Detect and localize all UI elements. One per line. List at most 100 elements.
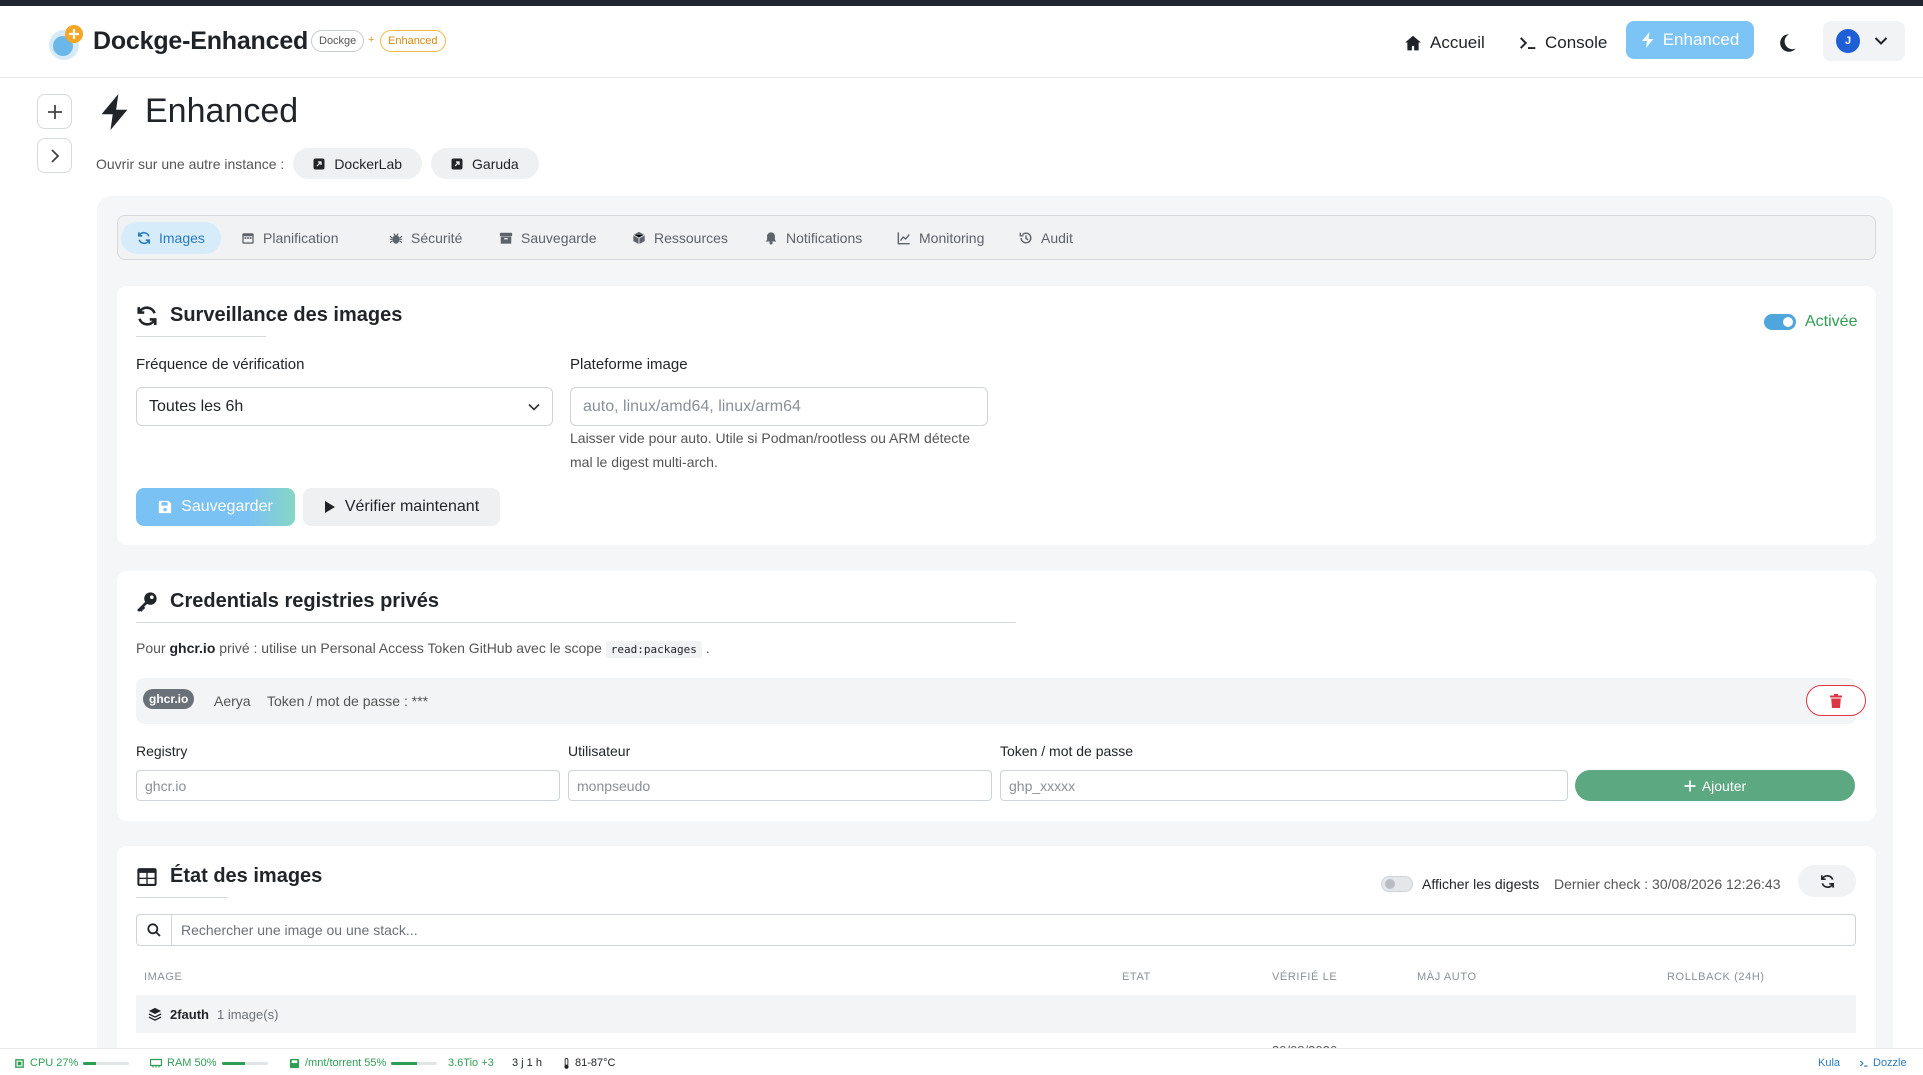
tab-images-label: Images [159, 230, 205, 246]
cpu-bar [83, 1061, 130, 1065]
user-input[interactable]: monpseudo [568, 770, 992, 801]
token-placeholder: ghp_xxxxx [1009, 777, 1076, 794]
expand-sidebar-button[interactable] [37, 138, 72, 173]
tab-securite[interactable]: Sécurité [373, 222, 478, 254]
delete-credential-button[interactable] [1806, 685, 1866, 716]
bell-icon [765, 232, 777, 245]
toggle-label: Activée [1805, 313, 1858, 330]
image-search-box[interactable]: Rechercher une image ou une stack... [136, 914, 1856, 946]
ram-stat: RAM 50% [150, 1057, 268, 1069]
uptime-stat: 3 j 1 h [512, 1057, 542, 1069]
nav-home-label: Accueil [1430, 33, 1485, 52]
tab-monitoring-label: Monitoring [919, 230, 985, 246]
tab-planification[interactable]: Planification [225, 222, 355, 254]
column-header-image: IMAGE [144, 971, 183, 983]
credentials-title-text: Credentials registries privés [170, 590, 440, 612]
profile-dropdown[interactable]: J [1823, 21, 1905, 61]
platform-input[interactable]: auto, linux/amd64, linux/arm64 [570, 387, 988, 426]
credential-entry-row: ghcr.io Aerya Token / mot de passe : *** [136, 678, 1866, 724]
tab-notifications[interactable]: Notifications [748, 222, 878, 254]
image-monitoring-card: Surveillance des images Activée Fréquenc… [117, 286, 1876, 545]
external-link-icon [313, 158, 325, 169]
platform-help-text: Laisser vide pour auto. Utile si Podman/… [570, 430, 970, 470]
sync-icon [1820, 874, 1834, 888]
avatar: J [1836, 29, 1860, 53]
desc-registry: ghcr.io [169, 640, 216, 656]
frequency-select[interactable]: Toutes les 6h [136, 387, 553, 426]
title-underline [136, 897, 228, 898]
kula-link[interactable]: Kula [1818, 1057, 1840, 1069]
ram-bar [221, 1061, 268, 1065]
instance-dockerlab-label: DockerLab [334, 155, 403, 172]
save-button[interactable]: Sauvegarder [136, 488, 295, 526]
bolt-icon [101, 93, 128, 130]
moon-icon[interactable] [1776, 32, 1798, 54]
stack-group-row[interactable]: 2fauth 1 image(s) [136, 995, 1856, 1033]
plus-icon [47, 104, 62, 119]
chevron-down-icon [528, 403, 540, 411]
page-title: Enhanced [145, 92, 299, 130]
layers-icon [148, 1007, 162, 1021]
user-label: Utilisateur [568, 743, 631, 759]
cube-icon [633, 231, 645, 245]
tab-audit[interactable]: Audit [1003, 222, 1089, 254]
nav-console-link[interactable]: Console [1519, 28, 1607, 58]
history-icon [1019, 232, 1032, 244]
system-status-bar: CPU 27% RAM 50% /mnt/torrent 55% 3.6Tio … [0, 1048, 1923, 1075]
cpu-icon [15, 1058, 24, 1068]
temperature-stat: 81-87°C [563, 1057, 615, 1069]
nav-enhanced-button[interactable]: Enhanced [1626, 21, 1754, 59]
ram-label: RAM 50% [167, 1057, 217, 1069]
credentials-description: Pour ghcr.io privé : utilise un Personal… [136, 640, 710, 658]
toggle-switch[interactable] [1764, 314, 1796, 330]
refresh-button[interactable] [1798, 865, 1856, 897]
desc-prefix: Pour [136, 640, 170, 656]
cpu-bar-fill [83, 1061, 96, 1065]
nav-console-label: Console [1545, 33, 1608, 52]
disk-bar [391, 1061, 438, 1065]
instance-garuda-button[interactable]: Garuda [431, 148, 539, 179]
terminal-icon [1859, 1060, 1868, 1067]
image-monitoring-title-text: Surveillance des images [170, 304, 403, 326]
dozzle-label: Dozzle [1873, 1057, 1907, 1069]
search-icon [147, 923, 161, 937]
column-header-maj-auto: MÀJ AUTO [1417, 971, 1477, 983]
brand-title[interactable]: Dockge-Enhanced [93, 27, 308, 56]
column-header-verifie: VÉRIFIÉ LE [1272, 971, 1338, 983]
stack-image-count: 1 image(s) [217, 1006, 279, 1022]
token-input[interactable]: ghp_xxxxx [1000, 770, 1568, 801]
show-digests-label: Afficher les digests [1422, 876, 1540, 892]
instance-selector: Ouvrir sur une autre instance : DockerLa… [96, 148, 539, 179]
desc-scope-code: read:packages [605, 641, 702, 658]
tab-monitoring[interactable]: Monitoring [881, 222, 1000, 254]
show-digests-toggle[interactable]: Afficher les digests [1381, 876, 1539, 892]
tab-ressources[interactable]: Ressources [616, 222, 744, 254]
bolt-icon [1641, 32, 1654, 48]
image-status-title-text: État des images [170, 865, 323, 887]
instance-label: Ouvrir sur une autre instance : [96, 155, 285, 172]
registry-label: Registry [136, 743, 188, 759]
dozzle-link[interactable]: Dozzle [1859, 1057, 1907, 1069]
trash-icon [1830, 693, 1842, 708]
platform-placeholder: auto, linux/amd64, linux/arm64 [583, 397, 801, 415]
image-status-card: État des images Afficher les digests Der… [117, 846, 1876, 1075]
memory-icon [150, 1058, 162, 1068]
title-underline [136, 622, 1016, 623]
add-label: Ajouter [1701, 777, 1747, 794]
token-label: Token / mot de passe [1000, 743, 1134, 759]
toggle-switch[interactable] [1381, 876, 1413, 892]
tab-planification-label: Planification [263, 230, 339, 246]
cpu-label: CPU 27% [30, 1057, 79, 1069]
add-credential-button[interactable]: Ajouter [1575, 770, 1855, 801]
disk-label: /mnt/torrent 55% [305, 1057, 387, 1069]
tab-sauvegarde[interactable]: Sauvegarde [483, 222, 613, 254]
verify-now-button[interactable]: Vérifier maintenant [303, 488, 500, 526]
tab-images[interactable]: Images [121, 222, 221, 254]
registry-input[interactable]: ghcr.io [136, 770, 560, 801]
nav-home-link[interactable]: Accueil [1404, 28, 1485, 58]
archive-icon [499, 232, 513, 244]
add-stack-button[interactable] [37, 94, 72, 129]
instance-dockerlab-button[interactable]: DockerLab [293, 148, 423, 179]
chevron-right-icon [50, 148, 59, 163]
monitoring-toggle[interactable]: Activée [1764, 313, 1857, 331]
